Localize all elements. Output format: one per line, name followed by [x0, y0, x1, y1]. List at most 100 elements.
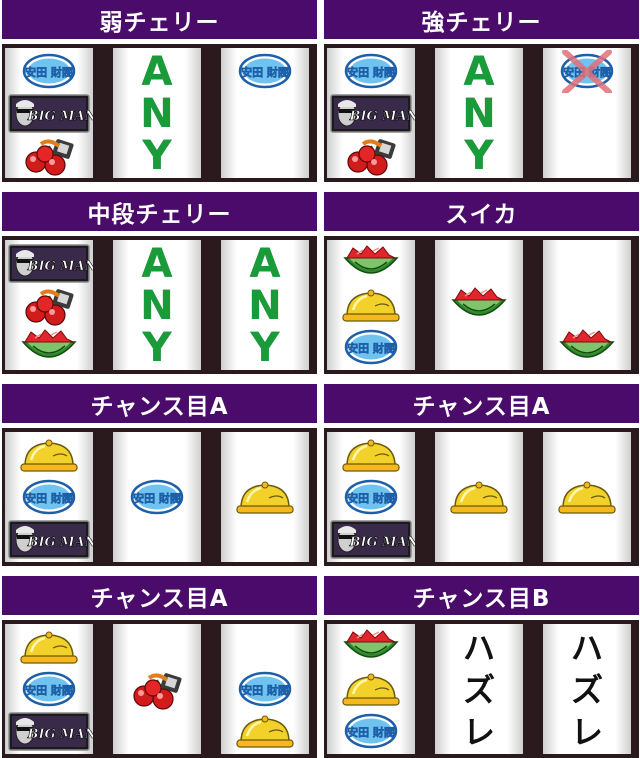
reel-strip-2: ANY	[113, 48, 201, 178]
reel-slot	[5, 284, 93, 327]
any-letter: N	[140, 90, 174, 137]
replay-icon: 安田 財閥	[130, 479, 184, 515]
reel-slot: レ	[435, 710, 523, 753]
bigman-icon: BIG MAN	[8, 94, 93, 133]
bell-symbol	[342, 439, 400, 472]
reel-slot	[543, 476, 631, 519]
any-letter: N	[462, 90, 496, 137]
replay-symbol: 安田 財閥	[560, 50, 614, 93]
replay-symbol: 安田 財閥	[22, 671, 76, 707]
replay-symbol: 安田 財閥	[344, 329, 398, 365]
replay-logo-text: 安田 財閥	[347, 341, 395, 355]
reel-slot: 安田 財閥	[5, 50, 93, 93]
cherry-icon	[133, 673, 182, 710]
reel-slot: 安田 財閥	[327, 50, 415, 93]
reel-slot	[435, 284, 523, 327]
reel-slot	[327, 668, 415, 711]
bell-symbol	[450, 481, 508, 514]
replay-symbol: 安田 財閥	[130, 479, 184, 515]
reel-strip-3	[543, 240, 631, 370]
reel-slot: A	[221, 242, 309, 285]
bigman-icon: BIG MAN	[330, 94, 415, 133]
bigman-symbol: BIG MAN	[8, 520, 93, 559]
pattern-title: 弱チェリー	[2, 0, 317, 39]
watermelon-symbol	[343, 629, 399, 658]
any-letter: N	[248, 282, 282, 329]
reel-slot: N	[113, 284, 201, 327]
replay-symbol: 安田 財閥	[22, 53, 76, 89]
pattern-title: チャンス目A	[2, 576, 317, 615]
reel-strip-3: 安田 財閥	[543, 48, 631, 178]
any-letter: N	[140, 282, 174, 329]
bigman-logo-text: BIG MAN	[348, 535, 415, 550]
reel-slot	[327, 242, 415, 285]
replay-logo-text: 安田 財閥	[347, 65, 395, 79]
replay-symbol: 安田 財閥	[238, 671, 292, 707]
watermelon-icon	[559, 329, 615, 358]
reel-slot: 安田 財閥	[5, 668, 93, 711]
reel-strip-1: 安田 財閥 BIG MAN	[327, 48, 415, 178]
cherry-icon	[347, 139, 396, 176]
reel-strip-2	[113, 624, 201, 754]
cherry-icon	[25, 139, 74, 176]
reel-strip-1: 安田 財閥 BIG MAN	[5, 432, 93, 562]
reel-slot: N	[435, 92, 523, 135]
pattern-panel: チャンス目A 安田 財閥 BIG MAN 安田 財閥	[2, 384, 317, 566]
reel-window: 安田 財閥 BIG MAN 安田 財閥	[2, 428, 317, 566]
reel-slot	[5, 626, 93, 669]
replay-logo-text: 安田 財閥	[25, 491, 73, 505]
reel-slot: Y	[221, 326, 309, 369]
reel-slot: A	[113, 50, 201, 93]
replay-icon: 安田 財閥	[238, 671, 292, 707]
cherry-symbol	[133, 673, 182, 710]
replay-icon: 安田 財閥	[238, 53, 292, 89]
any-letter: Y	[464, 132, 494, 179]
replay-logo-text: 安田 財閥	[347, 491, 395, 505]
reel-strip-2	[435, 432, 523, 562]
bell-icon	[20, 439, 78, 472]
any-letter: Y	[142, 132, 172, 179]
bigman-logo-text: BIG MAN	[26, 259, 93, 274]
replay-symbol: 安田 財閥	[344, 713, 398, 749]
watermelon-icon	[343, 245, 399, 274]
reel-strip-2: ANY	[435, 48, 523, 178]
bell-icon	[236, 715, 294, 748]
reel-slot: 安田 財閥	[221, 50, 309, 93]
reel-slot: 安田 財閥	[5, 476, 93, 519]
replay-logo-text: 安田 財閥	[25, 65, 73, 79]
pattern-panel: チャンス目A 安田 財閥 BIG MAN 安田 財閥	[2, 576, 317, 758]
bell-icon	[236, 481, 294, 514]
reel-slot	[5, 434, 93, 477]
replay-logo-text: 安田 財閥	[25, 683, 73, 697]
any-letter: Y	[142, 324, 172, 371]
hazure-letter: ハ	[462, 628, 495, 667]
reel-strip-2: 安田 財閥	[113, 432, 201, 562]
reel-strip-1: 安田 財閥 BIG MAN	[5, 624, 93, 754]
reel-slot	[543, 326, 631, 369]
reel-slot: BIG MAN	[327, 518, 415, 561]
reel-slot	[435, 476, 523, 519]
bigman-logo-text: BIG MAN	[348, 109, 415, 124]
reel-slot: A	[435, 50, 523, 93]
bell-symbol	[342, 289, 400, 322]
watermelon-symbol	[343, 245, 399, 274]
bigman-logo-text: BIG MAN	[26, 535, 93, 550]
reel-slot: ズ	[543, 668, 631, 711]
pattern-title: スイカ	[324, 192, 639, 231]
watermelon-icon	[21, 329, 77, 358]
watermelon-symbol	[21, 329, 77, 358]
replay-logo-text: 安田 財閥	[241, 683, 289, 697]
bell-symbol	[236, 481, 294, 514]
bigman-icon: BIG MAN	[330, 520, 415, 559]
reel-slot: BIG MAN	[5, 92, 93, 135]
replay-icon: 安田 財閥	[344, 53, 398, 89]
reel-strip-3	[221, 432, 309, 562]
any-letter: A	[141, 48, 173, 95]
bigman-symbol: BIG MAN	[330, 94, 415, 133]
replay-symbol: 安田 財閥	[344, 479, 398, 515]
reel-slot: BIG MAN	[5, 518, 93, 561]
reel-slot: A	[113, 242, 201, 285]
bigman-symbol: BIG MAN	[330, 520, 415, 559]
replay-symbol: 安田 財閥	[22, 479, 76, 515]
any-letter: A	[463, 48, 495, 95]
